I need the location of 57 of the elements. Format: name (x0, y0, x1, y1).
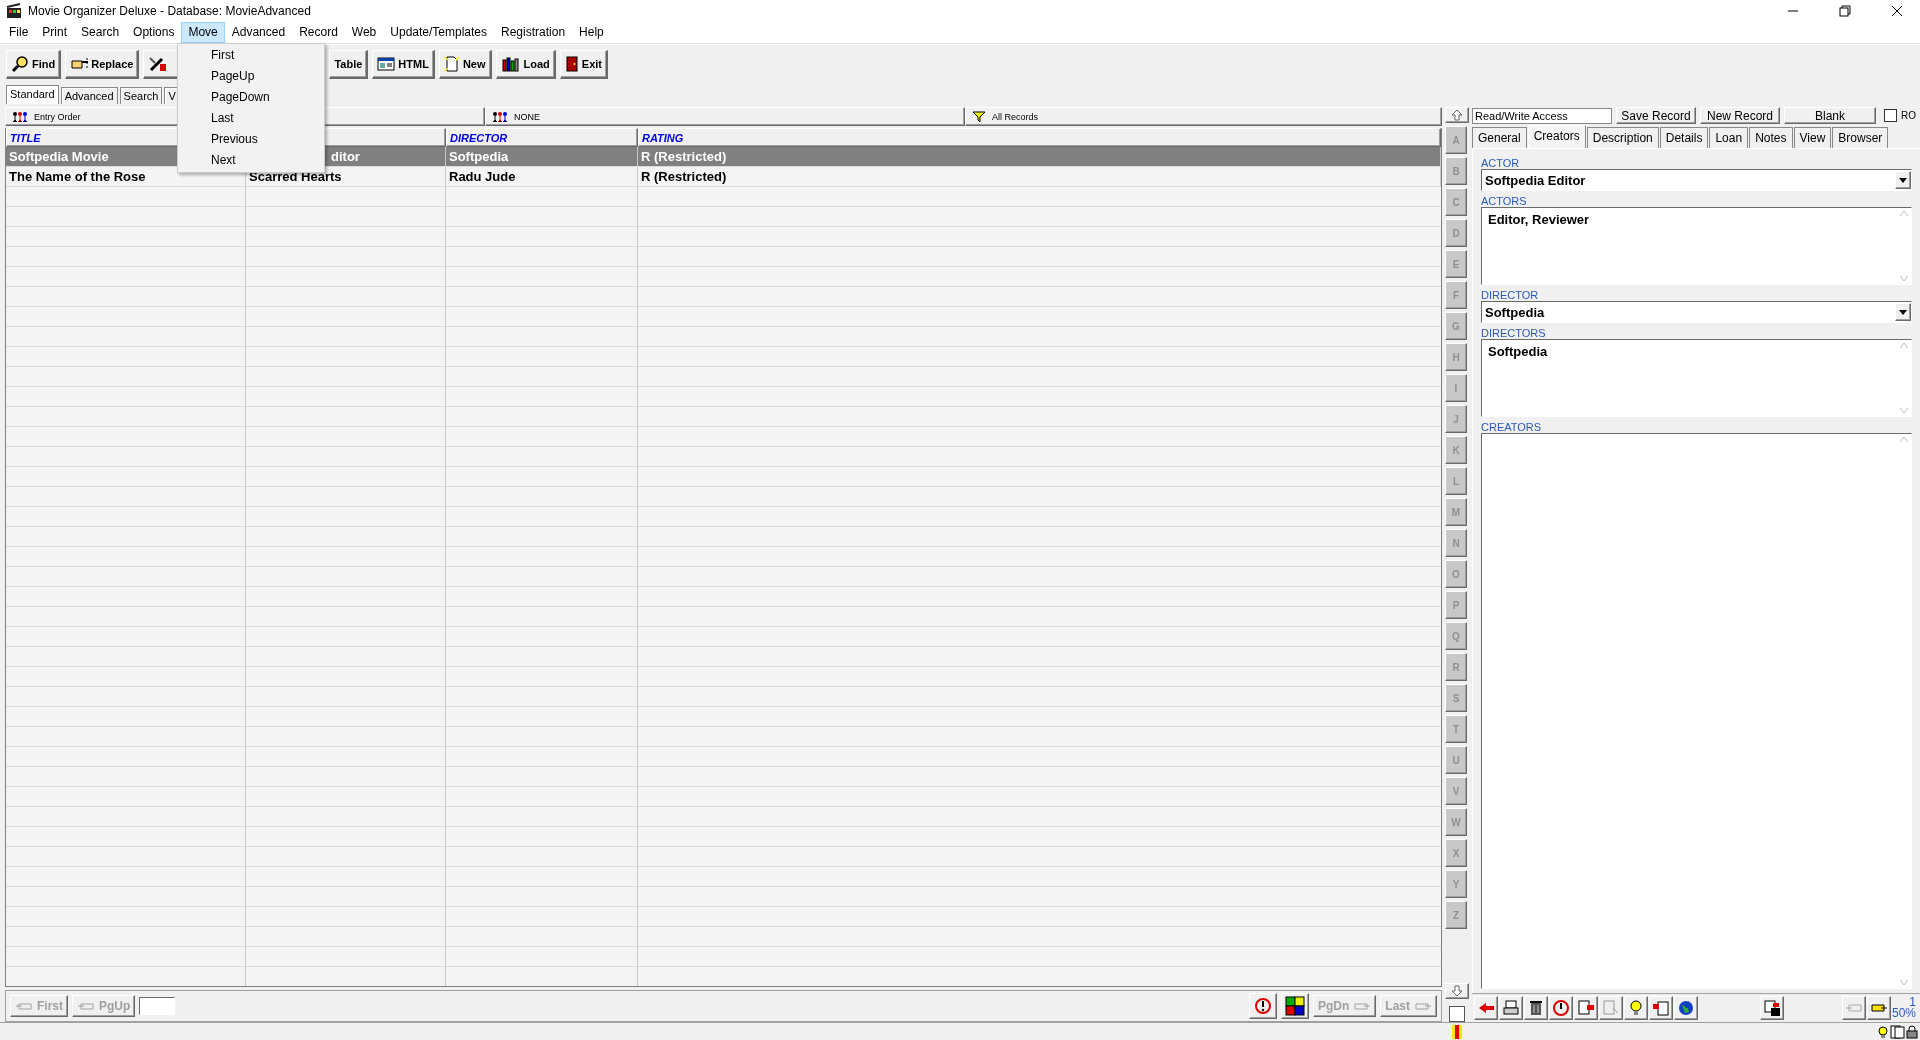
menu-item[interactable]: Options (126, 22, 182, 43)
combo-field[interactable]: Softpedia Editor (1481, 169, 1912, 191)
zoom-level: 50% (1891, 1008, 1916, 1019)
record-button[interactable]: Save Record (1616, 107, 1696, 124)
detail-tab[interactable]: Details (1659, 127, 1709, 148)
toolbar-button[interactable]: HTML (372, 50, 435, 79)
mode-tab[interactable]: Standard (6, 85, 59, 104)
filter-label: All Records (992, 111, 1038, 122)
record-number: 1 (1909, 997, 1916, 1008)
field-label: DIRECTOR (1481, 289, 1540, 301)
menu-item[interactable]: Record (292, 22, 345, 43)
table-cell: Radu Jude (446, 167, 638, 187)
window-title: Movie Organizer Deluxe - Database: MovieAdvanced (28, 4, 311, 18)
detail-tab[interactable]: Browser (1832, 127, 1889, 148)
field-label: DIRECTORS (1481, 327, 1547, 339)
access-label: Read/Write Access (1472, 107, 1612, 124)
field-label: ACTORS (1481, 195, 1528, 207)
menu-item[interactable]: Registration (494, 22, 573, 43)
toolbar-button[interactable]: Replace (65, 50, 140, 79)
field-label: ACTOR (1481, 157, 1521, 169)
detail-tab[interactable]: View (1793, 127, 1832, 148)
checkbox-label: RO (1901, 110, 1916, 121)
menu-item[interactable]: Web (344, 22, 384, 43)
menu-item[interactable]: Update/Templates (383, 22, 495, 43)
toolbar-button[interactable]: Table (329, 50, 369, 79)
column-header[interactable]: RATING (638, 128, 1441, 147)
menu-item[interactable]: Advanced (224, 22, 293, 43)
mode-tab[interactable]: Search (119, 87, 163, 104)
combo-field[interactable]: Softpedia (1481, 301, 1912, 323)
toolbar-button[interactable]: New (438, 50, 492, 79)
menu-item[interactable]: Move (181, 22, 225, 43)
menu-item[interactable]: PageUp (178, 66, 324, 87)
detail-tab[interactable]: Creators (1527, 125, 1586, 148)
menu-item[interactable]: PageDown (178, 87, 324, 108)
menu-item[interactable]: Help (572, 22, 611, 43)
table-cell: R (Restricted) (638, 167, 1441, 187)
mode-tab[interactable]: Advanced (60, 87, 118, 104)
menu-item[interactable]: Print (35, 22, 75, 43)
toolbar-button[interactable]: Find (6, 50, 62, 79)
record-button[interactable]: Blank (1784, 107, 1876, 124)
detail-tab[interactable]: Description (1586, 127, 1659, 148)
menu-item[interactable]: Search (74, 22, 127, 43)
sort-order-label: Entry Order (34, 111, 81, 122)
field-label: CREATORS (1481, 421, 1543, 433)
column-header[interactable]: DIRECTOR (446, 128, 638, 147)
table-cell: Softpedia (446, 147, 638, 167)
table-cell: R (Restricted) (638, 147, 1441, 167)
detail-tab[interactable]: General (1472, 127, 1527, 148)
detail-tab[interactable]: Loan (1709, 127, 1749, 148)
menu-item[interactable]: First (178, 45, 324, 66)
record-button[interactable]: New Record (1700, 107, 1780, 124)
toolbar-button[interactable]: Exit (559, 50, 608, 79)
detail-tab[interactable]: Notes (1749, 127, 1793, 148)
menu-item[interactable]: Last (178, 108, 324, 129)
toolbar-button[interactable]: Load (495, 50, 556, 79)
menu-item[interactable]: File (2, 22, 36, 43)
group-label: NONE (514, 111, 540, 122)
